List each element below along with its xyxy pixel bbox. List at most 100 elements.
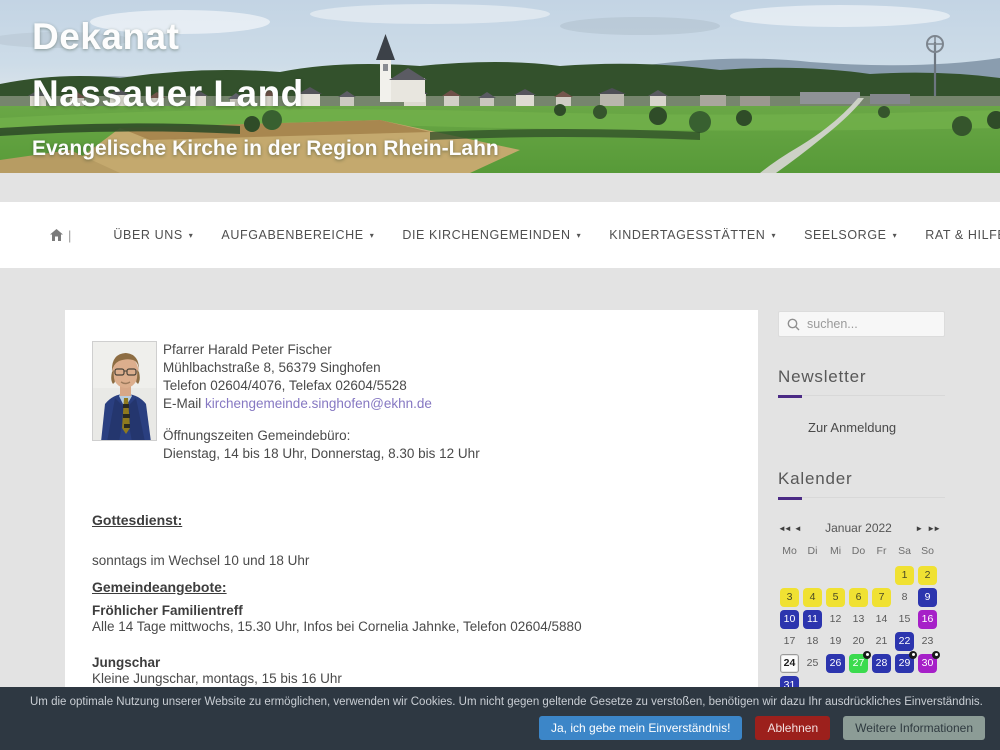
search-input[interactable] bbox=[807, 317, 927, 331]
calendar-day-9[interactable]: 9 bbox=[918, 588, 937, 607]
calendar-weekday-row: MoDiMiDoFrSaSo bbox=[778, 542, 939, 560]
nav-item-2[interactable]: DIE KIRCHENGEMEINDEN▾ bbox=[388, 218, 595, 252]
cookie-decline-button[interactable]: Ablehnen bbox=[755, 716, 830, 740]
site-subtitle: Evangelische Kirche in der Region Rhein-… bbox=[32, 137, 499, 161]
calendar-day-20[interactable]: 20 bbox=[849, 632, 868, 651]
nav-item-4[interactable]: SEELSORGE▾ bbox=[790, 218, 911, 252]
gemeindeangebote-heading: Gemeindeangebote: bbox=[92, 579, 728, 595]
calendar-cell: 22 bbox=[893, 630, 916, 652]
calendar-day-18[interactable]: 18 bbox=[803, 632, 822, 651]
calendar-heading-rule bbox=[778, 497, 945, 500]
calendar-day-3[interactable]: 3 bbox=[780, 588, 799, 607]
gottesdienst-heading: Gottesdienst: bbox=[92, 512, 728, 528]
calendar-cell: 30 bbox=[916, 652, 939, 674]
calendar-day-14[interactable]: 14 bbox=[872, 610, 891, 629]
calendar-cell bbox=[801, 564, 824, 586]
site-header: Dekanat Nassauer Land Evangelische Kirch… bbox=[0, 0, 1000, 173]
pastor-profile: Pfarrer Harald Peter Fischer Mühlbachstr… bbox=[92, 341, 728, 463]
calendar-weekday-label: Mo bbox=[778, 542, 801, 560]
content-card: Pfarrer Harald Peter Fischer Mühlbachstr… bbox=[65, 310, 758, 705]
calendar-day-23[interactable]: 23 bbox=[918, 632, 937, 651]
chevron-down-icon: ▾ bbox=[577, 231, 582, 240]
calendar-day-7[interactable]: 7 bbox=[872, 588, 891, 607]
calendar-day-4[interactable]: 4 bbox=[803, 588, 822, 607]
calendar-day-25[interactable]: 25 bbox=[803, 654, 822, 673]
calendar-cell: 2 bbox=[916, 564, 939, 586]
chevron-down-icon: ▾ bbox=[771, 231, 776, 240]
calendar-cell: 15 bbox=[893, 608, 916, 630]
calendar-widget: ◄◄ ◄ Januar 2022 ► ►► MoDiMiDoFrSaSo 123… bbox=[778, 518, 939, 696]
event-badge-icon bbox=[863, 651, 871, 659]
calendar-cell bbox=[824, 564, 847, 586]
calendar-day-21[interactable]: 21 bbox=[872, 632, 891, 651]
calendar-day-22[interactable]: 22 bbox=[895, 632, 914, 651]
nav-home-separator: | bbox=[68, 228, 71, 243]
calendar-cell bbox=[870, 564, 893, 586]
calendar-cell bbox=[847, 564, 870, 586]
calendar-day-26[interactable]: 26 bbox=[826, 654, 845, 673]
calendar-cell: 4 bbox=[801, 586, 824, 608]
calendar-cell: 1 bbox=[893, 564, 916, 586]
calendar-cell: 14 bbox=[870, 608, 893, 630]
familientreff-title: Fröhlicher Familientreff bbox=[92, 603, 728, 618]
search-box bbox=[778, 311, 945, 337]
calendar-day-13[interactable]: 13 bbox=[849, 610, 868, 629]
nav-home-link[interactable]: | bbox=[50, 228, 71, 243]
event-badge-icon bbox=[932, 651, 940, 659]
calendar-day-27[interactable]: 27 bbox=[849, 654, 868, 673]
email-label: E-Mail bbox=[163, 396, 205, 411]
sidebar: Newsletter Zur Anmeldung Kalender ◄◄ ◄ J… bbox=[778, 311, 945, 696]
calendar-day-8[interactable]: 8 bbox=[895, 588, 914, 607]
nav-item-0[interactable]: ÜBER UNS▾ bbox=[99, 218, 207, 252]
calendar-weekday-label: Mi bbox=[824, 542, 847, 560]
calendar-day-17[interactable]: 17 bbox=[780, 632, 799, 651]
office-hours-title: Öffnungszeiten Gemeindebüro: bbox=[163, 427, 480, 445]
newsletter-signup-link[interactable]: Zur Anmeldung bbox=[808, 420, 945, 435]
calendar-prev-month-icon[interactable]: ◄ bbox=[794, 524, 802, 533]
pastor-address: Mühlbachstraße 8, 56379 Singhofen bbox=[163, 359, 480, 377]
page: Dekanat Nassauer Land Evangelische Kirch… bbox=[0, 0, 1000, 750]
calendar-day-5[interactable]: 5 bbox=[826, 588, 845, 607]
nav-item-3[interactable]: KINDERTAGESSTÄTTEN▾ bbox=[595, 218, 790, 252]
calendar-day-24[interactable]: 24 bbox=[780, 654, 799, 673]
calendar-cell: 26 bbox=[824, 652, 847, 674]
calendar-day-1[interactable]: 1 bbox=[895, 566, 914, 585]
pastor-name: Pfarrer Harald Peter Fischer bbox=[163, 341, 480, 359]
calendar-cell: 6 bbox=[847, 586, 870, 608]
calendar-day-15[interactable]: 15 bbox=[895, 610, 914, 629]
calendar-cell: 11 bbox=[801, 608, 824, 630]
calendar-cell: 25 bbox=[801, 652, 824, 674]
cookie-accept-button[interactable]: Ja, ich gebe mein Einverständnis! bbox=[539, 716, 742, 740]
nav-item-1[interactable]: AUFGABENBEREICHE▾ bbox=[207, 218, 388, 252]
calendar-cell: 8 bbox=[893, 586, 916, 608]
calendar-day-6[interactable]: 6 bbox=[849, 588, 868, 607]
calendar-cell: 21 bbox=[870, 630, 893, 652]
calendar-day-30[interactable]: 30 bbox=[918, 654, 937, 673]
calendar-cell: 27 bbox=[847, 652, 870, 674]
calendar-cell: 9 bbox=[916, 586, 939, 608]
calendar-day-10[interactable]: 10 bbox=[780, 610, 799, 629]
calendar-day-2[interactable]: 2 bbox=[918, 566, 937, 585]
calendar-nav: ◄◄ ◄ Januar 2022 ► ►► bbox=[778, 518, 939, 538]
chevron-down-icon: ▾ bbox=[189, 231, 194, 240]
gottesdienst-text: sonntags im Wechsel 10 und 18 Uhr bbox=[92, 552, 728, 570]
calendar-day-11[interactable]: 11 bbox=[803, 610, 822, 629]
calendar-weekday-label: So bbox=[916, 542, 939, 560]
calendar-weekday-label: Fr bbox=[870, 542, 893, 560]
calendar-next-year-icon[interactable]: ►► bbox=[927, 524, 939, 533]
calendar-cell: 28 bbox=[870, 652, 893, 674]
calendar-day-19[interactable]: 19 bbox=[826, 632, 845, 651]
jungschar-line1: Kleine Jungschar, montags, 15 bis 16 Uhr bbox=[92, 670, 728, 688]
nav-item-5[interactable]: RAT & HILFE▾ bbox=[911, 218, 1000, 252]
calendar-prev-year-icon[interactable]: ◄◄ bbox=[778, 524, 790, 533]
calendar-cell: 24 bbox=[778, 652, 801, 674]
calendar-day-29[interactable]: 29 bbox=[895, 654, 914, 673]
calendar-day-28[interactable]: 28 bbox=[872, 654, 891, 673]
calendar-day-16[interactable]: 16 bbox=[918, 610, 937, 629]
cookie-info-button[interactable]: Weitere Informationen bbox=[843, 716, 985, 740]
calendar-day-12[interactable]: 12 bbox=[826, 610, 845, 629]
office-hours-detail: Dienstag, 14 bis 18 Uhr, Donnerstag, 8.3… bbox=[163, 445, 480, 463]
pastor-phone: Telefon 02604/4076, Telefax 02604/5528 bbox=[163, 377, 480, 395]
email-link[interactable]: kirchengemeinde.singhofen@ekhn.de bbox=[205, 396, 432, 411]
calendar-next-month-icon[interactable]: ► bbox=[915, 524, 923, 533]
